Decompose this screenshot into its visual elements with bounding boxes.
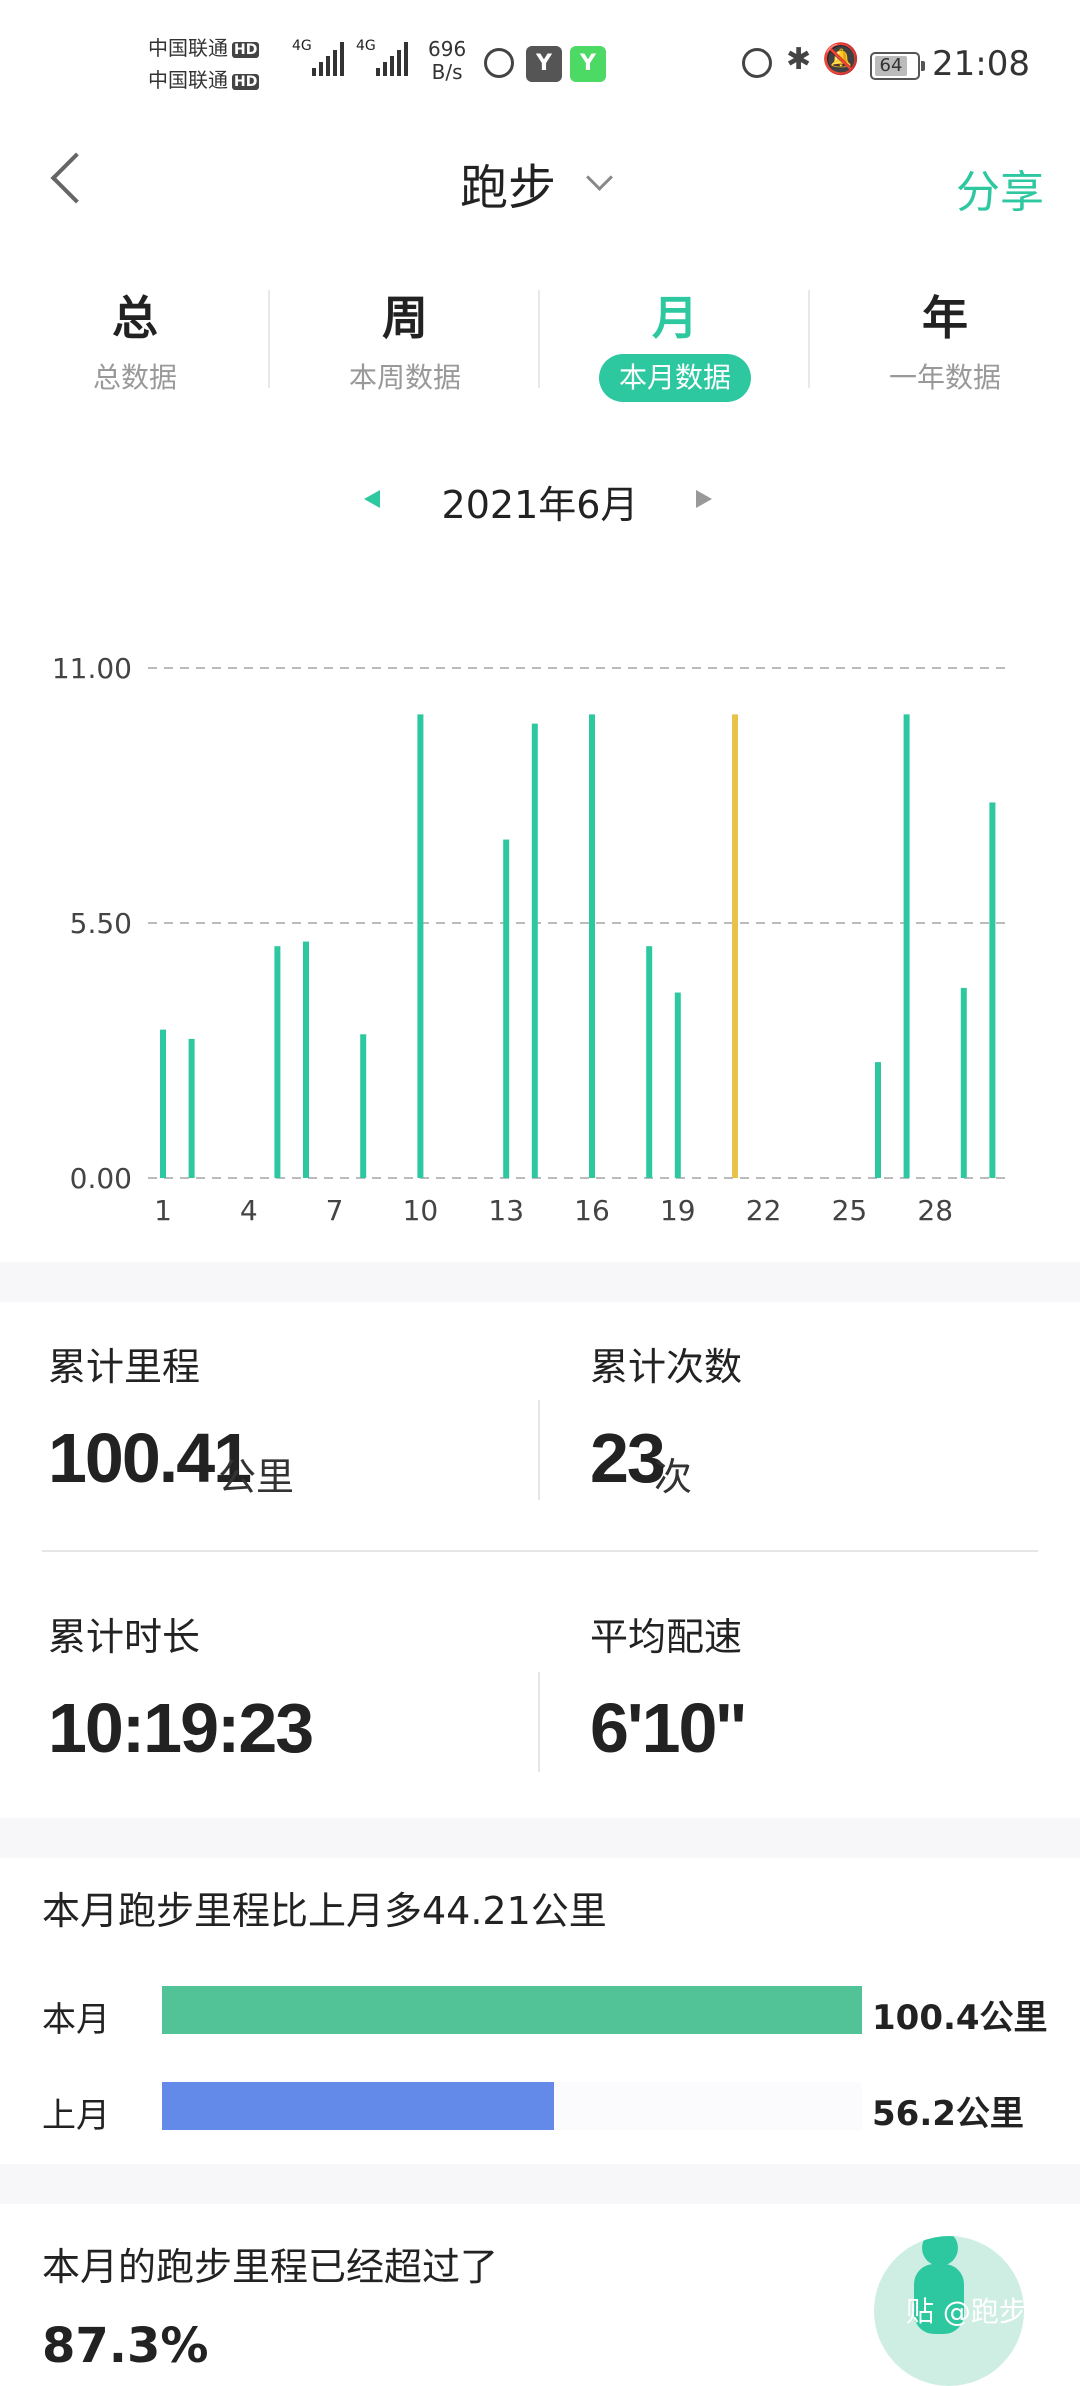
x-tick-label: 19 [660, 1194, 696, 1227]
last-month-label: 上月 [42, 2096, 110, 2136]
battery-icon: 64 [870, 52, 925, 80]
bar-day-1[interactable] [160, 1029, 166, 1178]
compare-title: 本月跑步里程比上月多44.21公里 [42, 1889, 607, 1933]
bar-day-29[interactable] [960, 987, 967, 1178]
this-month-bar-track [162, 1986, 862, 2034]
x-tick-label: 28 [917, 1194, 953, 1227]
duration-value: 10:19:23 [48, 1689, 314, 1767]
bar-day-30[interactable] [989, 802, 996, 1178]
network-speed: 696 B/s [428, 37, 467, 84]
section-separator [0, 1818, 1080, 1858]
bar-day-5[interactable] [274, 946, 281, 1178]
percentile-value: 87.3% [42, 2318, 209, 2374]
x-tick-label: 10 [403, 1194, 439, 1227]
tab-month-title: 月 [652, 291, 698, 345]
distance-unit: 公里 [218, 1455, 295, 1499]
duration-label: 累计时长 [48, 1615, 201, 1659]
alarm-icon [742, 48, 772, 78]
stats-divider [538, 1400, 540, 1500]
tab-month[interactable]: 月 本月数据 [540, 290, 810, 402]
tab-week-subtitle: 本周数据 [348, 361, 461, 394]
tab-year-title: 年 [922, 291, 968, 345]
back-icon[interactable] [50, 152, 102, 204]
bar-day-26[interactable] [875, 1062, 881, 1178]
mute-bell-icon: 🔕 [822, 42, 860, 77]
bar-day-14[interactable] [531, 723, 538, 1178]
next-month-icon[interactable] [696, 490, 712, 508]
x-tick-label: 25 [832, 1194, 868, 1227]
tab-month-subtitle: 本月数据 [598, 354, 751, 402]
x-tick-label: 16 [574, 1194, 610, 1227]
tab-total-subtitle: 总数据 [92, 361, 177, 394]
tab-year[interactable]: 年 一年数据 [810, 290, 1080, 402]
x-tick-label: 4 [240, 1194, 258, 1227]
stats-divider [538, 1672, 540, 1772]
y-tick-label: 0.00 [70, 1162, 132, 1195]
tab-year-subtitle: 一年数据 [888, 361, 1001, 394]
bar-day-18[interactable] [646, 946, 653, 1178]
watermark: 贴 @跑步 [906, 2295, 1027, 2328]
bar-day-8[interactable] [360, 1034, 367, 1178]
prev-month-icon[interactable] [364, 490, 380, 508]
stats-row-divider [42, 1550, 1038, 1552]
x-tick-label: 7 [326, 1194, 344, 1227]
tab-total[interactable]: 总 总数据 [0, 290, 270, 402]
tab-week[interactable]: 周 本周数据 [270, 290, 540, 402]
pace-label: 平均配速 [590, 1615, 743, 1659]
x-tick-label: 13 [488, 1194, 524, 1227]
last-month-value: 56.2公里 [872, 2094, 1024, 2134]
this-month-bar [162, 1986, 862, 2034]
last-month-bar-track [162, 2082, 862, 2130]
count-unit: 次 [654, 1455, 693, 1499]
runner-head [922, 2236, 958, 2266]
tab-total-title: 总 [112, 291, 158, 345]
share-button[interactable]: 分享 [956, 156, 1044, 220]
bluetooth-icon: ✱ [786, 42, 812, 77]
bar-day-6[interactable] [303, 941, 309, 1178]
last-month-bar [162, 2082, 554, 2130]
bar-day-27[interactable] [903, 714, 910, 1178]
y-tick-label: 11.00 [52, 652, 132, 685]
carrier-1: 中国联通 HD [148, 36, 260, 60]
count-value: 23 [590, 1419, 666, 1497]
this-month-value: 100.4公里 [872, 1998, 1048, 2038]
carrier-2: 中国联通 HD [148, 68, 260, 92]
app-icon-y-dark: Y [526, 46, 562, 82]
chevron-down-icon[interactable] [586, 164, 613, 191]
bar-day-2[interactable] [188, 1038, 195, 1178]
bar-day-13[interactable] [503, 839, 510, 1178]
daily-distance-chart: 0.00 5.50 11.00 1 4 7 10 13 16 19 22 25 28 [52, 652, 1006, 1227]
x-tick-label: 22 [746, 1194, 782, 1227]
page-title[interactable]: 跑步 [460, 148, 556, 218]
this-month-label: 本月 [42, 2000, 110, 2040]
y-tick-label: 5.50 [70, 907, 132, 940]
period-label: 2021年6月 [441, 483, 639, 527]
bar-day-10[interactable] [417, 714, 424, 1178]
tab-week-title: 周 [382, 291, 428, 345]
bar-day-16[interactable] [589, 714, 595, 1178]
netease-music-icon [484, 48, 514, 78]
percentile-text: 本月的跑步里程已经超过了 [42, 2245, 499, 2289]
x-tick-label: 1 [154, 1194, 172, 1227]
pace-value: 6'10'' [590, 1689, 747, 1767]
app-icon-y-green: Y [570, 46, 606, 82]
count-label: 累计次数 [590, 1345, 743, 1389]
bar-day-21[interactable] [732, 714, 738, 1178]
clock: 21:08 [932, 44, 1030, 84]
section-separator [0, 2164, 1080, 2204]
distance-label: 累计里程 [48, 1345, 201, 1389]
section-separator [0, 1262, 1080, 1302]
bar-day-19[interactable] [674, 992, 681, 1178]
